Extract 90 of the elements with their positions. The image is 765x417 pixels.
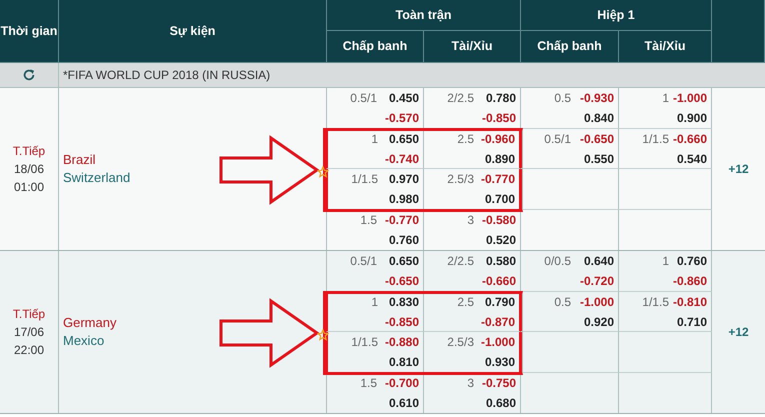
odds-value[interactable]: 0.550 bbox=[571, 148, 614, 168]
refresh-icon[interactable] bbox=[22, 68, 36, 82]
odds-value[interactable]: 0.650 bbox=[378, 128, 419, 148]
odds-value[interactable]: 0.810 bbox=[378, 352, 419, 372]
odds-value[interactable]: -0.870 bbox=[474, 312, 515, 332]
match-date: 17/06 bbox=[14, 324, 44, 341]
odds-value[interactable]: 0.900 bbox=[669, 108, 707, 128]
odds-value[interactable]: 0.970 bbox=[378, 169, 419, 189]
match-status: T.Tiếp bbox=[12, 143, 46, 160]
handicap-line: 1 bbox=[661, 253, 669, 270]
column-group-header: Hiệp 1 bbox=[521, 0, 712, 31]
odds-value[interactable]: 0.920 bbox=[571, 312, 614, 332]
odds-value[interactable]: -0.960 bbox=[474, 128, 515, 148]
match-date: 18/06 bbox=[14, 161, 44, 178]
more-markets-link[interactable]: +12 bbox=[728, 160, 749, 178]
away-team[interactable]: Switzerland bbox=[63, 169, 130, 187]
match-time: 22:00 bbox=[14, 342, 44, 359]
handicap-line: 2.5 bbox=[456, 130, 474, 148]
odds-value[interactable]: 0.650 bbox=[377, 251, 419, 271]
odds-value[interactable]: -0.700 bbox=[377, 372, 419, 392]
odds-value[interactable]: 0.930 bbox=[474, 352, 515, 372]
handicap-line: 0.5 bbox=[553, 90, 571, 107]
handicap-line: 2/2.5 bbox=[446, 253, 474, 270]
odds-value[interactable]: 0.710 bbox=[669, 312, 707, 332]
handicap-line: 1.5 bbox=[359, 374, 377, 392]
league-name: *FIFA WORLD CUP 2018 (IN RUSSIA) bbox=[63, 67, 270, 84]
odds-value[interactable]: 0.580 bbox=[474, 251, 516, 271]
odds-value[interactable]: 0.540 bbox=[669, 148, 707, 168]
star-icon[interactable] bbox=[317, 329, 329, 341]
odds-value[interactable]: 0.760 bbox=[377, 230, 419, 250]
odds-value[interactable]: -0.770 bbox=[377, 210, 419, 230]
odds-value[interactable]: -1.000 bbox=[474, 332, 515, 352]
away-team[interactable]: Mexico bbox=[63, 332, 104, 350]
odds-value[interactable]: -1.000 bbox=[669, 88, 707, 108]
odds-value[interactable]: 0.840 bbox=[571, 108, 614, 128]
odds-value[interactable]: -0.650 bbox=[571, 128, 614, 148]
odds-value[interactable]: -0.650 bbox=[377, 271, 419, 291]
odds-value[interactable]: 0.450 bbox=[377, 88, 419, 108]
handicap-line: 1 bbox=[370, 294, 378, 310]
odds-value[interactable]: -0.880 bbox=[378, 332, 419, 352]
handicap-line: 1/1.5 bbox=[641, 294, 669, 310]
home-team[interactable]: Brazil bbox=[63, 151, 96, 169]
odds-value[interactable]: -0.810 bbox=[669, 292, 707, 312]
odds-value[interactable]: -0.860 bbox=[669, 271, 707, 291]
handicap-line: 2.5/3 bbox=[446, 171, 474, 188]
odds-value[interactable]: 0.520 bbox=[474, 230, 516, 250]
odds-value[interactable]: -0.740 bbox=[378, 148, 419, 168]
odds-value[interactable]: 0.610 bbox=[377, 392, 419, 412]
star-icon[interactable] bbox=[317, 166, 329, 178]
handicap-line: 2.5 bbox=[456, 294, 474, 310]
handicap-line: 1/1.5 bbox=[641, 130, 669, 148]
odds-value[interactable]: -0.660 bbox=[474, 271, 516, 291]
handicap-line: 0.5/1 bbox=[543, 130, 571, 148]
handicap-line: 0/0.5 bbox=[543, 253, 571, 270]
odds-value[interactable]: 0.830 bbox=[378, 292, 419, 312]
home-team[interactable]: Germany bbox=[63, 314, 116, 332]
odds-value[interactable]: 0.790 bbox=[474, 292, 515, 312]
odds-value[interactable]: 0.890 bbox=[474, 148, 515, 168]
odds-value[interactable]: 0.700 bbox=[474, 189, 515, 209]
column-group-header: Toàn trận bbox=[327, 0, 521, 31]
handicap-line: 1/1.5 bbox=[350, 171, 378, 188]
handicap-line: 3 bbox=[466, 374, 474, 392]
odds-value[interactable]: -0.750 bbox=[474, 372, 516, 392]
handicap-line: 2.5/3 bbox=[446, 334, 474, 351]
handicap-line: 3 bbox=[466, 212, 474, 228]
odds-value[interactable]: 0.640 bbox=[571, 251, 614, 271]
handicap-line: 1/1.5 bbox=[350, 334, 378, 351]
odds-value[interactable]: 0.680 bbox=[474, 392, 516, 412]
handicap-line: 1.5 bbox=[359, 212, 377, 228]
odds-value[interactable]: -0.660 bbox=[669, 128, 707, 148]
odds-value[interactable]: -0.580 bbox=[474, 210, 516, 230]
odds-value[interactable]: -1.000 bbox=[571, 292, 614, 312]
handicap-line: 0.5/1 bbox=[349, 90, 377, 107]
handicap-line: 2/2.5 bbox=[446, 90, 474, 107]
odds-value[interactable]: -0.720 bbox=[571, 271, 614, 291]
handicap-line: 1 bbox=[661, 90, 669, 107]
more-markets-link[interactable]: +12 bbox=[728, 323, 749, 341]
match-time: 01:00 bbox=[14, 179, 44, 196]
odds-value[interactable]: -0.930 bbox=[571, 88, 614, 108]
odds-value[interactable]: -0.770 bbox=[474, 169, 515, 189]
match-status: T.Tiếp bbox=[12, 306, 46, 323]
handicap-line: 0.5 bbox=[553, 294, 571, 310]
odds-value[interactable]: 0.780 bbox=[474, 88, 516, 108]
handicap-line: 1 bbox=[370, 130, 378, 148]
odds-value[interactable]: 0.980 bbox=[378, 189, 419, 209]
odds-value[interactable]: -0.570 bbox=[377, 108, 419, 128]
handicap-line: 0.5/1 bbox=[349, 253, 377, 270]
odds-value[interactable]: 0.760 bbox=[669, 251, 707, 271]
odds-value[interactable]: -0.850 bbox=[378, 312, 419, 332]
odds-value[interactable]: -0.850 bbox=[474, 108, 516, 128]
